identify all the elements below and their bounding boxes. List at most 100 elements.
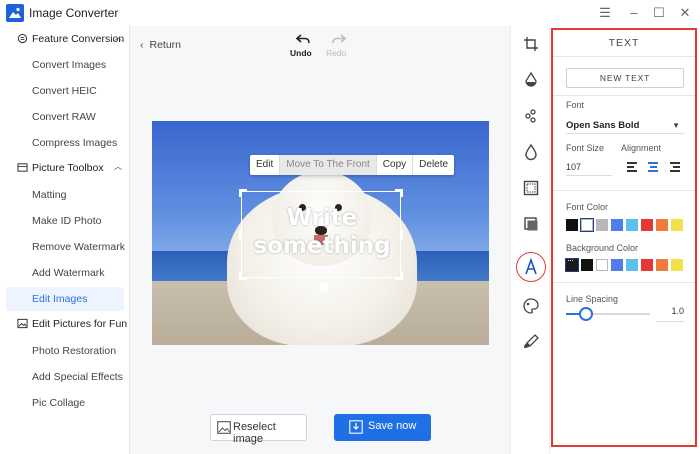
group-label: Picture Toolbox — [32, 162, 104, 174]
sidebar-item-remove-watermark[interactable]: Remove Watermark — [6, 235, 125, 259]
font-label: Font — [566, 100, 585, 110]
frame-icon[interactable] — [521, 178, 541, 198]
text-icon[interactable] — [521, 257, 541, 277]
color-swatch[interactable] — [671, 259, 683, 271]
edit-button[interactable]: Edit — [250, 155, 281, 175]
color-swatch[interactable] — [656, 219, 668, 231]
copy-button[interactable]: Copy — [377, 155, 414, 175]
brush-icon[interactable] — [521, 332, 541, 352]
sidebar: Feature Conversion ︿ Convert Images Conv… — [0, 26, 130, 454]
font-size-input[interactable]: 107 — [566, 160, 612, 176]
maximize-button[interactable]: ☐ — [651, 5, 667, 21]
minimize-button[interactable]: – — [626, 5, 642, 21]
canvas-text[interactable]: Write something — [242, 204, 402, 260]
font-select[interactable]: Open Sans Bold ▼ — [566, 118, 684, 134]
panel-title: TEXT — [608, 37, 640, 49]
line-spacing-label: Line Spacing — [566, 294, 619, 304]
sidebar-item-label: Photo Restoration — [32, 345, 117, 357]
color-swatch[interactable] — [596, 219, 608, 231]
color-swatch[interactable] — [626, 219, 638, 231]
group-feature-conversion[interactable]: Feature Conversion ︿ — [0, 28, 130, 52]
undo-icon — [295, 34, 310, 44]
menu-icon[interactable]: ☰ — [597, 5, 613, 21]
sidebar-item-make-id-photo[interactable]: Make ID Photo — [6, 209, 124, 233]
color-swatch[interactable] — [581, 259, 593, 271]
group-label: Edit Pictures for Fun — [32, 318, 128, 330]
resize-handle[interactable] — [239, 230, 241, 240]
group-picture-toolbox[interactable]: Picture Toolbox ︿ — [0, 157, 130, 181]
resize-handle[interactable] — [239, 189, 241, 197]
group-label: Feature Conversion — [32, 33, 125, 45]
color-swatch[interactable] — [656, 259, 668, 271]
new-text-button[interactable]: NEW TEXT — [566, 68, 684, 88]
sidebar-item-label: Add Special Effects — [32, 371, 123, 383]
divider — [553, 190, 695, 191]
sidebar-item-add-watermark[interactable]: Add Watermark — [6, 261, 124, 285]
color-swatch[interactable] — [566, 219, 578, 231]
resize-handle[interactable] — [401, 272, 403, 280]
sidebar-item-label: Matting — [32, 189, 67, 201]
sidebar-item-label: Edit Images — [32, 293, 88, 305]
font-size-value: 107 — [566, 162, 582, 172]
canvas-text-line: Write — [286, 205, 358, 231]
save-now-button[interactable]: Save now — [334, 414, 431, 441]
color-swatch[interactable] — [580, 218, 594, 232]
redo-icon — [332, 34, 347, 44]
save-label: Save now — [368, 420, 417, 432]
sidebar-item-add-special-effects[interactable]: Add Special Effects — [6, 365, 124, 389]
alignment-label: Alignment — [621, 143, 662, 153]
move-to-front-button[interactable]: Move To The Front — [280, 155, 377, 175]
chevron-left-icon: ‹ — [140, 39, 144, 51]
sidebar-item-convert-images[interactable]: Convert Images — [6, 53, 124, 77]
redo-button[interactable]: Redo — [326, 34, 352, 58]
palette-icon[interactable] — [521, 296, 541, 316]
sidebar-item-convert-raw[interactable]: Convert RAW — [6, 105, 124, 129]
return-button[interactable]: ‹ Return — [140, 39, 181, 51]
align-center-button[interactable] — [647, 161, 661, 173]
sidebar-item-label: Remove Watermark — [32, 241, 125, 253]
droplet-icon[interactable] — [521, 142, 541, 162]
sidebar-item-label: Convert HEIC — [32, 85, 97, 97]
color-swatch[interactable] — [611, 219, 623, 231]
sidebar-item-matting[interactable]: Matting — [6, 183, 124, 207]
sidebar-item-pic-collage[interactable]: Pic Collage — [6, 391, 124, 415]
delete-button[interactable]: Delete — [413, 155, 454, 175]
resize-handle[interactable] — [401, 189, 403, 197]
line-spacing-slider-thumb[interactable] — [579, 307, 593, 321]
color-swatch[interactable] — [641, 219, 653, 231]
sidebar-item-label: Compress Images — [32, 137, 118, 149]
undo-button[interactable]: Undo — [290, 34, 316, 58]
sidebar-item-photo-restoration[interactable]: Photo Restoration — [6, 339, 124, 363]
group-edit-pictures-for-fun[interactable]: Edit Pictures for Fun — [0, 313, 130, 337]
return-label: Return — [149, 39, 182, 51]
chevron-up-icon: ︿ — [114, 33, 122, 42]
close-button[interactable]: ✕ — [677, 5, 693, 21]
edited-photo[interactable]: Edit Move To The Front Copy Delete Write… — [152, 121, 489, 345]
sidebar-item-compress-images[interactable]: Compress Images — [6, 131, 124, 155]
align-left-button[interactable] — [627, 161, 641, 173]
color-swatch[interactable] — [611, 259, 623, 271]
color-swatch[interactable]: ··· — [565, 255, 579, 272]
color-swatch[interactable] — [641, 259, 653, 271]
sidebar-item-label: Add Watermark — [32, 267, 105, 279]
layers-icon[interactable] — [521, 214, 541, 234]
resize-handle[interactable] — [239, 272, 241, 280]
align-right-button[interactable] — [668, 161, 682, 173]
background-color-label: Background Color — [566, 243, 639, 253]
reselect-image-button[interactable]: Reselect image — [210, 414, 307, 445]
color-drop-icon[interactable] — [521, 70, 541, 90]
sidebar-item-edit-images[interactable]: Edit Images — [6, 287, 124, 311]
title-bar: Image Converter ☰ – ☐ ✕ — [0, 0, 700, 26]
font-value: Open Sans Bold — [566, 120, 640, 131]
text-layer-box[interactable]: Write something — [239, 189, 403, 280]
rotate-handle[interactable] — [319, 282, 329, 292]
color-swatch[interactable] — [596, 259, 608, 271]
color-swatch[interactable] — [626, 259, 638, 271]
sidebar-item-convert-heic[interactable]: Convert HEIC — [6, 79, 124, 103]
line-spacing-value[interactable]: 1.0 — [656, 306, 684, 322]
app-logo-icon — [6, 4, 24, 22]
color-swatch[interactable] — [671, 219, 683, 231]
sidebar-item-label: Convert Images — [32, 59, 107, 71]
nodes-icon[interactable] — [521, 106, 541, 126]
crop-icon[interactable] — [521, 34, 541, 54]
